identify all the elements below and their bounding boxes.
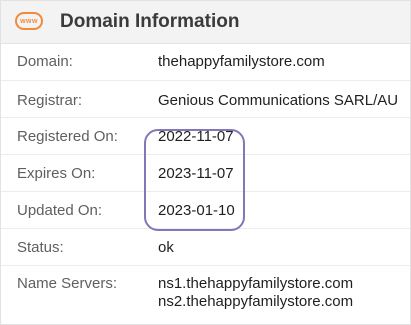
- expires-on-label: Expires On:: [17, 165, 96, 182]
- registrar-value: Genious Communications SARL/AU: [158, 92, 399, 109]
- updated-on-label: Updated On:: [17, 202, 103, 219]
- registrar-label: Registrar:: [17, 92, 83, 109]
- registered-on-value: 2022-11-07: [158, 128, 234, 145]
- info-table: Domain: thehappyfamilystore.com Registra…: [1, 44, 410, 311]
- expires-on-value: 2023-11-07: [158, 165, 234, 182]
- row-status: Status: ok: [1, 229, 410, 266]
- domain-info-panel: www Domain Information Domain: thehappyf…: [0, 0, 411, 325]
- panel-title: Domain Information: [60, 11, 240, 32]
- row-domain: Domain: thehappyfamilystore.com: [1, 44, 410, 81]
- name-server-2: ns2.thehappyfamilystore.com: [158, 293, 354, 310]
- www-globe-icon: www: [15, 12, 43, 30]
- row-expires-on: Expires On: 2023-11-07: [1, 155, 410, 192]
- status-value: ok: [158, 239, 174, 256]
- updated-on-value: 2023-01-10: [158, 202, 235, 219]
- domain-value: thehappyfamilystore.com: [158, 53, 325, 70]
- row-updated-on: Updated On: 2023-01-10: [1, 192, 410, 229]
- registered-on-label: Registered On:: [17, 128, 118, 145]
- row-registrar: Registrar: Genious Communications SARL/A…: [1, 81, 410, 118]
- name-servers-label: Name Servers:: [17, 275, 118, 292]
- panel-header: www Domain Information: [1, 1, 410, 44]
- name-server-1: ns1.thehappyfamilystore.com: [158, 275, 354, 292]
- name-servers-value: ns1.thehappyfamilystore.com ns2.thehappy…: [158, 275, 353, 311]
- row-registered-on: Registered On: 2022-11-07: [1, 118, 410, 155]
- domain-label: Domain:: [17, 53, 73, 70]
- row-name-servers: Name Servers: ns1.thehappyfamilystore.co…: [1, 266, 410, 311]
- status-label: Status:: [17, 239, 64, 256]
